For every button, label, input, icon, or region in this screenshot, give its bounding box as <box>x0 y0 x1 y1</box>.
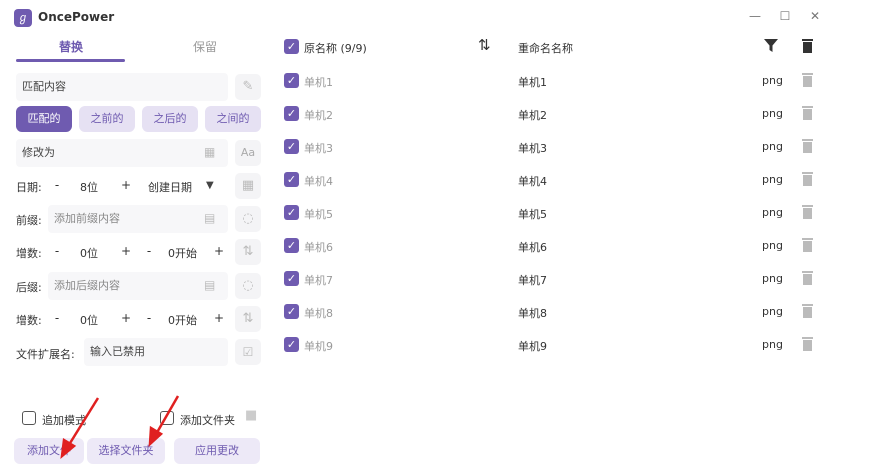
row-extension: png <box>762 239 783 252</box>
row-extension: png <box>762 173 783 186</box>
row-new-name: 单机2 <box>518 109 547 122</box>
row-new-name: 单机4 <box>518 175 547 188</box>
row-new-name: 单机6 <box>518 241 547 254</box>
trash-icon[interactable] <box>802 171 813 186</box>
row-checkbox[interactable]: ✓ <box>284 271 299 286</box>
row-extension: png <box>762 107 783 120</box>
arrowhead <box>60 437 77 459</box>
delete-all-icon[interactable] <box>802 38 813 53</box>
arrow-to-select-folder <box>153 395 180 437</box>
trash-icon[interactable] <box>802 138 813 153</box>
row-extension: png <box>762 74 783 87</box>
trash-icon[interactable] <box>802 204 813 219</box>
row-checkbox[interactable]: ✓ <box>284 73 299 88</box>
trash-icon[interactable] <box>802 303 813 318</box>
row-extension: png <box>762 140 783 153</box>
row-new-name: 单机8 <box>518 307 547 320</box>
row-extension: png <box>762 338 783 351</box>
row-original-name: 单机4 <box>304 175 333 188</box>
row-extension: png <box>762 206 783 219</box>
row-checkbox[interactable]: ✓ <box>284 106 299 121</box>
sort-icon[interactable]: ⇅ <box>478 36 491 54</box>
row-original-name: 单机5 <box>304 208 333 221</box>
row-checkbox[interactable]: ✓ <box>284 238 299 253</box>
header-new-name: 重命名名称 <box>518 42 573 55</box>
row-original-name: 单机7 <box>304 274 333 287</box>
row-original-name: 单机3 <box>304 142 333 155</box>
row-original-name: 单机9 <box>304 340 333 353</box>
trash-icon[interactable] <box>802 270 813 285</box>
row-checkbox[interactable]: ✓ <box>284 304 299 319</box>
filter-icon[interactable] <box>764 39 778 52</box>
row-checkbox[interactable]: ✓ <box>284 139 299 154</box>
row-extension: png <box>762 272 783 285</box>
arrow-to-add-file <box>65 397 100 449</box>
row-original-name: 单机6 <box>304 241 333 254</box>
row-extension: png <box>762 305 783 318</box>
select-all-checkbox[interactable]: ✓ <box>284 39 299 54</box>
row-new-name: 单机7 <box>518 274 547 287</box>
row-checkbox[interactable]: ✓ <box>284 337 299 352</box>
row-new-name: 单机1 <box>518 76 547 89</box>
header-original-name: 原名称 (9/9) <box>304 42 367 55</box>
trash-icon[interactable] <box>802 237 813 252</box>
trash-icon[interactable] <box>802 336 813 351</box>
row-checkbox[interactable]: ✓ <box>284 172 299 187</box>
row-original-name: 单机1 <box>304 76 333 89</box>
row-new-name: 单机5 <box>518 208 547 221</box>
row-original-name: 单机2 <box>304 109 333 122</box>
row-new-name: 单机9 <box>518 340 547 353</box>
row-original-name: 单机8 <box>304 307 333 320</box>
row-checkbox[interactable]: ✓ <box>284 205 299 220</box>
annotation-arrows <box>60 395 180 459</box>
trash-icon[interactable] <box>802 72 813 87</box>
row-new-name: 单机3 <box>518 142 547 155</box>
trash-icon[interactable] <box>802 105 813 120</box>
